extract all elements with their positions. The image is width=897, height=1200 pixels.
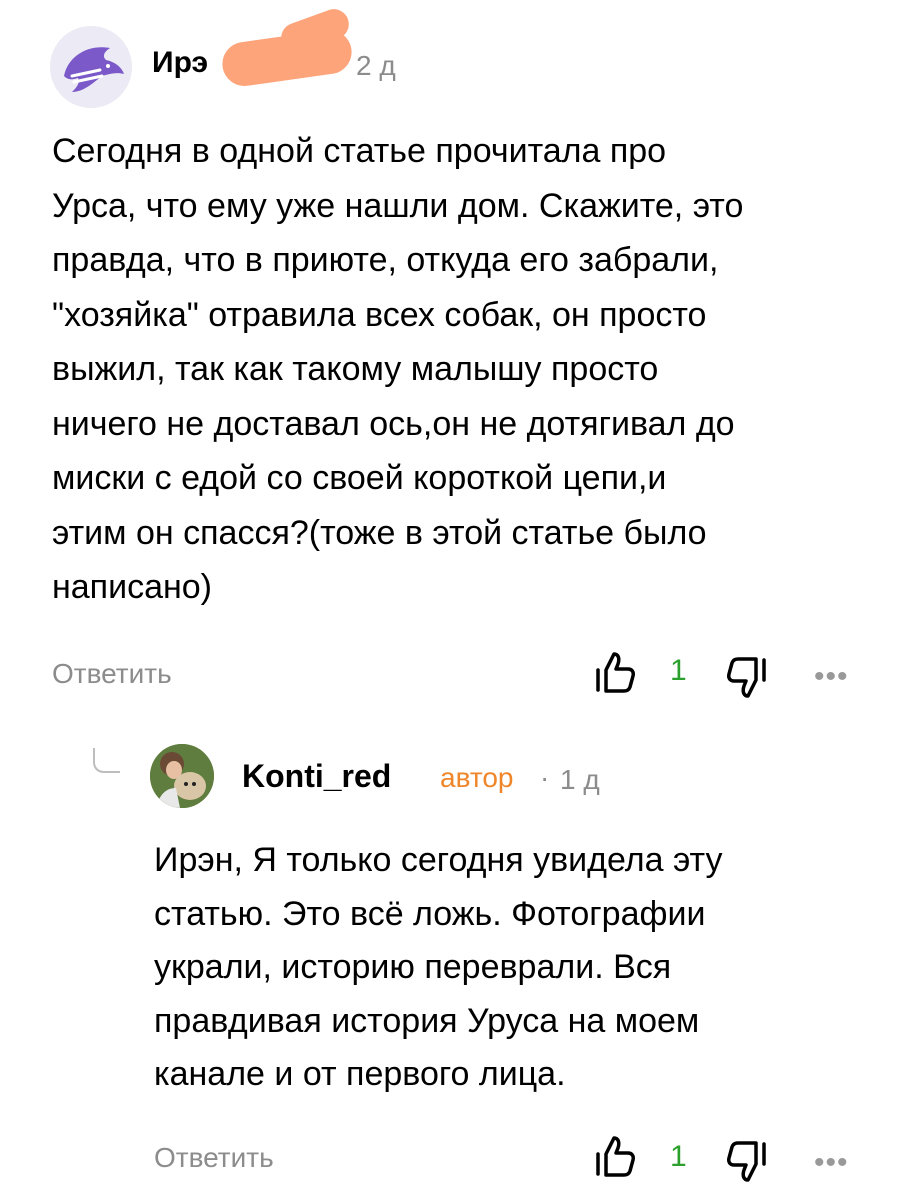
comment-author-name[interactable]: Ирэ (152, 46, 208, 80)
comment-line: ничего не доставал ось,он не дотягивал д… (52, 404, 735, 443)
reply-reply-button[interactable]: Ответить (154, 1142, 274, 1174)
reply-meta-separator: · (540, 762, 550, 793)
comment-line: Сегодня в одной статье прочитала про (52, 132, 667, 170)
reply-avatar[interactable] (150, 744, 214, 808)
reply-dislike-button[interactable] (726, 1140, 768, 1184)
comment-line: "хозяйка" отравила всех собак, он просто (52, 295, 707, 334)
comment-like-count: 1 (670, 654, 687, 687)
comment-text: Сегодня в одной статье прочитала про Урс… (52, 124, 872, 615)
comment-line: выжил, так как такому малышу просто (52, 350, 659, 388)
comment-line: правда, что в приюте, откуда его забрали… (52, 241, 719, 279)
thumbs-down-icon (727, 1141, 766, 1182)
comment-reply-button[interactable]: Ответить (52, 658, 172, 690)
reply-line: Ирэн, Я только сегодня увидела эту (154, 841, 723, 879)
thumbs-up-icon (596, 652, 635, 693)
reply-time: 1 д (560, 764, 600, 795)
thumbs-down-icon (727, 657, 766, 698)
comment-more-button[interactable]: ••• (814, 660, 849, 694)
reply-text: Ирэн, Я только сегодня увидела эту стать… (154, 834, 874, 1102)
comment-line: Урса, что ему уже нашли дом. Скажите, эт… (52, 186, 744, 225)
reply-like-count: 1 (670, 1140, 687, 1173)
comment-avatar[interactable] (50, 26, 132, 108)
thumbs-up-icon (596, 1136, 635, 1177)
reply-connector-icon (92, 746, 122, 774)
comment-line: миски с едой со своей короткой цепи,и (52, 459, 667, 497)
reply-author-badge: автор (440, 762, 514, 793)
reply-line: украли, историю переврали. Вся (154, 948, 672, 986)
reply-author-name[interactable]: Konti_red (242, 758, 391, 795)
reply-line: правдивая история Уруса на моем (154, 1001, 700, 1040)
comment-line: написано) (52, 568, 213, 606)
reply-like-button[interactable] (594, 1134, 636, 1178)
comment-time: 2 д (356, 50, 396, 81)
reply-line: канале и от первого лица. (154, 1055, 566, 1093)
reply-line: статью. Это всё ложь. Фотографии (154, 894, 706, 933)
dolphin-avatar-icon (50, 26, 132, 108)
comment-like-button[interactable] (594, 650, 636, 694)
comment-line: этим он спасся?(тоже в этой статье было (52, 513, 707, 552)
reply-more-button[interactable]: ••• (814, 1146, 849, 1180)
comment-dislike-button[interactable] (726, 656, 768, 700)
